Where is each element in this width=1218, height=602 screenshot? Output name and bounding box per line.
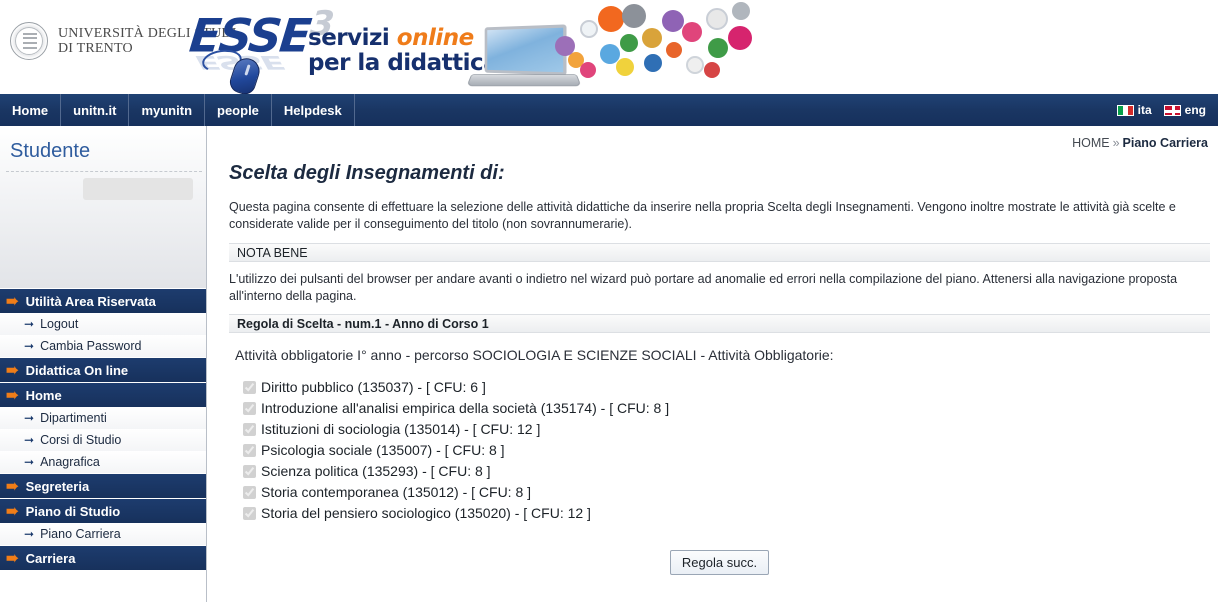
italy-flag-icon xyxy=(1116,104,1134,116)
content-inner: Scelta degli Insegnamenti di: Questa pag… xyxy=(207,162,1218,575)
sidebar-section-label: Carriera xyxy=(25,550,76,566)
course-checkbox[interactable] xyxy=(243,423,256,436)
arrow-right-small-icon: ➞ xyxy=(24,527,35,541)
sidebar-section-home[interactable]: ➠ Home xyxy=(0,382,206,407)
mouse-icon xyxy=(200,42,274,94)
sidebar-item-label: Logout xyxy=(40,317,79,331)
course-label: Storia del pensiero sociologico (135020)… xyxy=(261,505,591,521)
sidebar-item-label: Dipartimenti xyxy=(40,411,107,425)
sidebar-section-label: Didattica On line xyxy=(25,362,129,378)
language-label-ita: ita xyxy=(1137,103,1152,117)
arrow-right-icon: ➠ xyxy=(6,477,19,495)
sidebar-item-label: Piano Carriera xyxy=(40,527,121,541)
sidebar-item-piano-carriera[interactable]: ➞ Piano Carriera xyxy=(0,523,206,545)
main-content: HOME» Piano Carriera Scelta degli Insegna… xyxy=(207,126,1218,602)
nota-bene-text: L'utilizzo dei pulsanti del browser per … xyxy=(229,272,1178,303)
arrow-right-icon: ➠ xyxy=(6,502,19,520)
sidebar-section-label: Segreteria xyxy=(25,478,90,494)
course-checkbox[interactable] xyxy=(243,486,256,499)
nav-item-people[interactable]: people xyxy=(205,94,272,126)
arrow-right-small-icon: ➞ xyxy=(24,433,35,447)
sidebar-item-corsi-di-studio[interactable]: ➞ Corsi di Studio xyxy=(0,429,206,451)
course-label: Scienza politica (135293) - [ CFU: 8 ] xyxy=(261,463,491,479)
arrow-right-small-icon: ➞ xyxy=(24,455,35,469)
sidebar-section-segreteria[interactable]: ➠ Segreteria xyxy=(0,473,206,498)
hero-illustration xyxy=(455,0,755,94)
sidebar-item-dipartimenti[interactable]: ➞ Dipartimenti xyxy=(0,407,206,429)
page-title: Scelta degli Insegnamenti di: xyxy=(229,162,505,184)
arrow-right-icon: ➠ xyxy=(6,361,19,379)
course-label: Introduzione all'analisi empirica della … xyxy=(261,400,670,416)
site-header: UNIVERSITÀ DEGLI STUDI DI TRENTO ESSE ES… xyxy=(0,0,1218,94)
main-navigation: Home unitn.it myunitn people Helpdesk it… xyxy=(0,94,1218,126)
sidebar-section-piano-di-studio[interactable]: ➠ Piano di Studio xyxy=(0,498,206,523)
uk-flag-icon xyxy=(1163,104,1181,116)
sidebar-item-label: Anagrafica xyxy=(40,455,100,469)
course-label: Storia contemporanea (135012) - [ CFU: 8… xyxy=(261,484,532,500)
sidebar-item-cambia-password[interactable]: ➞ Cambia Password xyxy=(0,335,206,357)
page-body: Studente ➠ Utilità Area Riservata ➞ Logo… xyxy=(0,126,1218,602)
sidebar-item-logout[interactable]: ➞ Logout xyxy=(0,313,206,335)
sidebar-section-didattica-on-line[interactable]: ➠ Didattica On line xyxy=(0,357,206,382)
university-seal-icon xyxy=(10,22,48,60)
sidebar-student-panel: Studente xyxy=(0,126,206,288)
breadcrumb-home[interactable]: HOME xyxy=(1072,136,1110,150)
nav-item-unitn-it[interactable]: unitn.it xyxy=(61,94,130,126)
sidebar-item-anagrafica[interactable]: ➞ Anagrafica xyxy=(0,451,206,473)
arrow-right-small-icon: ➞ xyxy=(24,317,35,331)
breadcrumb: HOME» Piano Carriera xyxy=(207,126,1218,150)
sidebar-section-label: Home xyxy=(25,387,62,403)
button-row: Regola succ. xyxy=(229,550,1210,575)
course-checkbox[interactable] xyxy=(243,507,256,520)
language-label-eng: eng xyxy=(1184,103,1206,117)
language-option-eng[interactable]: eng xyxy=(1163,103,1206,117)
nav-item-myunitn[interactable]: myunitn xyxy=(129,94,206,126)
arrow-right-icon: ➠ xyxy=(6,549,19,567)
course-item[interactable]: Diritto pubblico (135037) - [ CFU: 6 ] xyxy=(243,377,1210,398)
course-label: Istituzioni di sociologia (135014) - [ C… xyxy=(261,421,541,437)
app-bubbles-icon xyxy=(550,0,755,94)
rule-bar: Regola di Scelta - num.1 - Anno di Corso… xyxy=(229,314,1210,333)
sidebar-divider xyxy=(6,171,202,172)
next-rule-button[interactable]: Regola succ. xyxy=(669,550,770,575)
course-list: Diritto pubblico (135037) - [ CFU: 6 ] I… xyxy=(243,377,1210,524)
sidebar-item-label: Cambia Password xyxy=(40,339,142,353)
breadcrumb-separator: » xyxy=(1112,136,1120,150)
course-item[interactable]: Istituzioni di sociologia (135014) - [ C… xyxy=(243,419,1210,440)
sidebar-section-utilita-area-riservata[interactable]: ➠ Utilità Area Riservata xyxy=(0,288,206,313)
arrow-right-icon: ➠ xyxy=(6,292,19,310)
sidebar-section-label: Piano di Studio xyxy=(25,503,121,519)
breadcrumb-current: Piano Carriera xyxy=(1122,136,1208,150)
course-item[interactable]: Storia del pensiero sociologico (135020)… xyxy=(243,503,1210,524)
course-item[interactable]: Storia contemporanea (135012) - [ CFU: 8… xyxy=(243,482,1210,503)
nota-bene-heading: NOTA BENE xyxy=(229,243,1210,262)
course-item[interactable]: Scienza politica (135293) - [ CFU: 8 ] xyxy=(243,461,1210,482)
arrow-right-small-icon: ➞ xyxy=(24,339,35,353)
language-switcher: ita eng xyxy=(1116,94,1218,126)
intro-paragraph: Questa pagina consente di effettuare la … xyxy=(229,200,1176,231)
course-checkbox[interactable] xyxy=(243,381,256,394)
course-checkbox[interactable] xyxy=(243,444,256,457)
course-label: Diritto pubblico (135037) - [ CFU: 6 ] xyxy=(261,379,486,395)
course-checkbox[interactable] xyxy=(243,465,256,478)
student-name-redacted xyxy=(83,178,193,200)
sidebar-item-label: Corsi di Studio xyxy=(40,433,122,447)
arrow-right-small-icon: ➞ xyxy=(24,411,35,425)
sidebar-title: Studente xyxy=(10,140,91,162)
course-item[interactable]: Psicologia sociale (135007) - [ CFU: 8 ] xyxy=(243,440,1210,461)
course-label: Psicologia sociale (135007) - [ CFU: 8 ] xyxy=(261,442,505,458)
course-item[interactable]: Introduzione all'analisi empirica della … xyxy=(243,398,1210,419)
course-checkbox[interactable] xyxy=(243,402,256,415)
nav-item-home[interactable]: Home xyxy=(0,94,62,126)
esse3-brand: ESSE ESSE3 servizi online per la didatti… xyxy=(187,2,499,94)
language-option-ita[interactable]: ita xyxy=(1116,103,1152,117)
arrow-right-icon: ➠ xyxy=(6,386,19,404)
tagline-plain: servizi xyxy=(308,25,397,51)
sidebar-section-carriera[interactable]: ➠ Carriera xyxy=(0,545,206,570)
sidebar: Studente ➠ Utilità Area Riservata ➞ Logo… xyxy=(0,126,207,602)
sidebar-section-label: Utilità Area Riservata xyxy=(25,293,156,309)
nav-item-helpdesk[interactable]: Helpdesk xyxy=(272,94,355,126)
rule-subtitle: Attività obbligatorie I° anno - percorso… xyxy=(235,347,834,363)
